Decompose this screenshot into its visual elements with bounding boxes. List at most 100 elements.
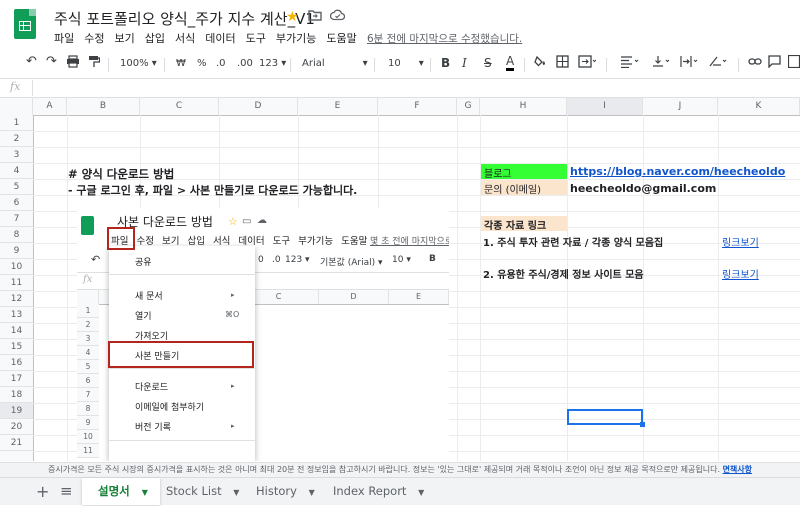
menu-edit[interactable]: 수정 [84,30,110,46]
row-header[interactable]: 21 [0,435,33,451]
column-header-k[interactable]: K [718,98,800,115]
sheets-logo-icon[interactable] [14,9,36,39]
formula-bar[interactable] [0,79,800,98]
embedded-row-header: 1 [77,304,99,318]
row-header[interactable]: 7 [0,211,33,227]
select-all-corner[interactable] [0,98,33,115]
row-header[interactable]: 16 [0,355,33,371]
embedded-menu-addons: 부가기능 [298,236,334,247]
increase-decimal-button[interactable]: .00 [237,58,253,69]
row-header[interactable]: 2 [0,131,33,147]
row-header[interactable]: 10 [0,259,33,275]
menu-file[interactable]: 파일 [54,30,80,46]
chevron-down-icon[interactable]: ▼ [233,488,239,497]
menu-view[interactable]: 보기 [115,30,141,46]
column-header-i[interactable]: I [567,98,643,115]
menu-format[interactable]: 서식 [175,30,201,46]
column-header-a[interactable]: A [33,98,67,115]
row-header[interactable]: 12 [0,291,33,307]
row-header[interactable]: 6 [0,195,33,211]
number-format-button[interactable]: 123 ▾ [259,58,286,69]
menu-data[interactable]: 데이터 [205,30,241,46]
row-header[interactable]: 11 [0,275,33,291]
move-folder-icon[interactable] [308,9,322,25]
cloud-status-icon[interactable] [329,9,346,25]
tab-index-report[interactable]: Index Report ▼ [333,478,424,505]
row-header[interactable]: 19 [0,403,33,419]
insert-link-icon[interactable] [748,55,762,71]
resource-2-link[interactable]: 링크보기 [722,266,759,281]
row-header[interactable]: 15 [0,339,33,355]
row-header[interactable]: 14 [0,323,33,339]
borders-icon[interactable] [556,55,569,71]
column-header-h[interactable]: H [480,98,567,115]
row-header[interactable]: 9 [0,243,33,259]
undo-icon[interactable]: ↶ [26,54,37,69]
fill-color-icon[interactable] [534,55,547,72]
chevron-down-icon[interactable]: ▼ [418,488,424,497]
font-size-select[interactable]: 10 ▾ [388,58,424,69]
row-header[interactable]: 4 [0,163,33,179]
text-wrap-icon[interactable] [680,55,700,71]
column-header-d[interactable]: D [219,98,298,115]
row-header[interactable]: 13 [0,307,33,323]
embedded-row-header: 10 [77,430,99,444]
text-rotation-icon[interactable] [708,55,730,71]
row-header[interactable]: 20 [0,419,33,435]
file-menu-download: 다운로드 [135,383,169,393]
row-header[interactable]: 3 [0,147,33,163]
resource-1-link[interactable]: 링크보기 [722,234,759,249]
row-header[interactable]: 1 [0,115,33,131]
strikethrough-button[interactable]: S [484,56,492,70]
star-icon[interactable]: ★ [286,9,299,25]
insert-comment-icon[interactable] [768,55,781,71]
print-icon[interactable] [66,55,80,71]
column-header-g[interactable]: G [457,98,480,115]
column-header-c[interactable]: C [140,98,219,115]
bold-button[interactable]: B [441,56,450,70]
embedded-font-size: 10 ▾ [392,255,411,265]
zoom-select[interactable]: 100% ▾ [120,58,157,69]
decrease-decimal-button[interactable]: .0 [216,58,226,69]
redo-icon[interactable]: ↷ [46,54,57,69]
embedded-menu-tools: 도구 [272,236,291,247]
paint-format-icon[interactable] [88,55,101,71]
insert-chart-icon[interactable] [787,54,800,71]
chevron-down-icon[interactable]: ▼ [309,488,315,497]
column-header-f[interactable]: F [378,98,457,115]
embedded-number-format: 123 ▾ [285,255,310,265]
menu-insert[interactable]: 삽입 [145,30,171,46]
last-edit-link[interactable]: 6분 전에 마지막으로 수정했습니다. [367,31,522,46]
tab-stock-list[interactable]: Stock List ▼ [166,478,239,505]
text-color-button[interactable]: A [506,55,515,71]
row-header[interactable]: 18 [0,387,33,403]
menu-help[interactable]: 도움말 [326,30,362,46]
column-header-b[interactable]: B [67,98,140,115]
horizontal-align-icon[interactable] [620,55,640,71]
menu-tools[interactable]: 도구 [246,30,272,46]
vertical-align-icon[interactable] [652,55,672,71]
italic-button[interactable]: I [462,56,467,70]
selected-cell[interactable] [567,409,645,427]
tab-history[interactable]: History ▼ [256,478,315,505]
row-header[interactable]: 8 [0,227,33,243]
document-title[interactable]: 주식 포트폴리오 양식_주가 지수 계산_V1 [54,8,315,29]
row-header[interactable]: 5 [0,179,33,195]
fx-icon: fx [10,80,21,93]
blog-link[interactable]: https://blog.naver.com/heecheoldo [570,165,785,178]
font-family-select[interactable]: Arial ▾ [302,58,368,69]
percent-button[interactable]: % [197,58,207,69]
disclaimer-text: 증시가격은 모든 주식 시장의 증시가격을 표시하는 것은 아니며 최대 20분… [47,465,721,474]
column-header-e[interactable]: E [298,98,378,115]
tab-manual[interactable]: 설명서 ▼ [82,478,160,505]
embedded-sheets-logo-icon [81,216,94,235]
menu-addons[interactable]: 부가기능 [276,30,322,46]
disclaimer-link[interactable]: 면책사항 [723,465,752,474]
row-header[interactable]: 17 [0,371,33,387]
column-header-j[interactable]: J [643,98,718,115]
add-sheet-button[interactable]: + [36,478,49,505]
all-sheets-button[interactable]: ≡ [60,478,73,505]
chevron-down-icon[interactable]: ▼ [142,488,148,497]
merge-cells-icon[interactable] [578,55,597,71]
currency-button[interactable]: ₩ [176,58,186,69]
